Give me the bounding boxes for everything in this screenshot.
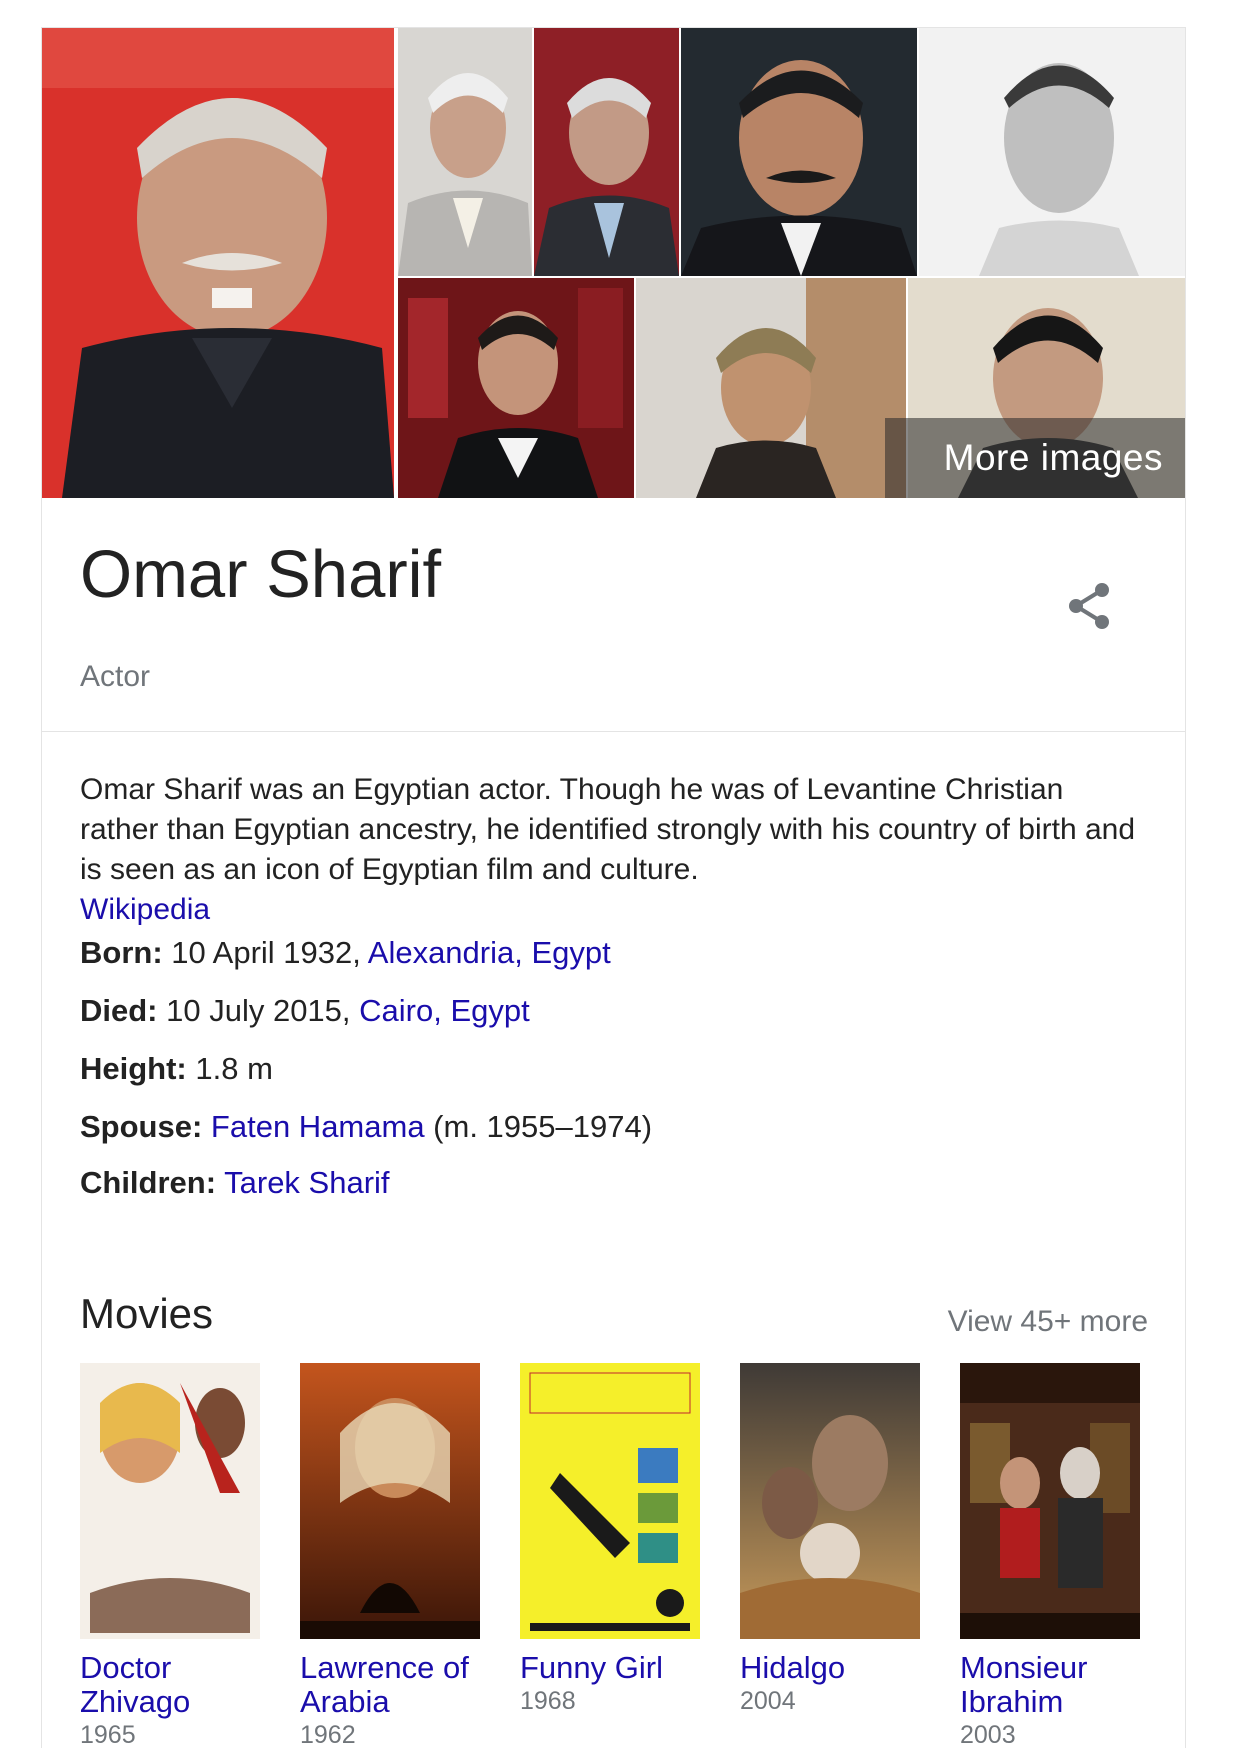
movie-card[interactable]: Doctor Zhivago 1965 — [80, 1363, 270, 1750]
fact-label: Died: — [80, 993, 158, 1028]
movie-poster[interactable] — [740, 1363, 920, 1639]
movie-year: 1968 — [520, 1687, 576, 1715]
photo-thumb-3[interactable] — [681, 28, 917, 276]
photo-thumb-4[interactable] — [919, 28, 1185, 276]
movie-poster[interactable] — [80, 1363, 260, 1639]
movie-card[interactable]: Funny Girl 1968 — [520, 1363, 710, 1716]
image-gallery: More images — [42, 28, 1185, 498]
wikipedia-link[interactable]: Wikipedia — [80, 893, 210, 926]
died-place-link[interactable]: Cairo, Egypt — [359, 993, 530, 1028]
movie-card[interactable]: Hidalgo 2004 — [740, 1363, 930, 1716]
movie-title[interactable]: Lawrence of Arabia — [300, 1651, 490, 1719]
movie-poster[interactable] — [960, 1363, 1140, 1639]
fact-label: Born: — [80, 935, 163, 970]
movie-title[interactable]: Hidalgo — [740, 1651, 930, 1685]
view-more-movies-link[interactable]: View 45+ more — [948, 1305, 1148, 1339]
fact-died: Died: 10 July 2015, Cairo, Egypt — [80, 993, 530, 1029]
born-place-link[interactable]: Alexandria, Egypt — [368, 935, 611, 970]
entity-subtitle: Actor — [80, 660, 151, 693]
photo-thumb-5[interactable] — [398, 278, 634, 498]
movies-heading: Movies — [80, 1290, 214, 1337]
children-link[interactable]: Tarek Sharif — [224, 1165, 389, 1200]
movie-poster[interactable] — [300, 1363, 480, 1639]
photo-thumb-2[interactable] — [534, 28, 679, 276]
movie-poster[interactable] — [520, 1363, 700, 1639]
photo-thumb-1[interactable] — [398, 28, 532, 276]
movie-card[interactable]: Monsieur Ibrahim 2003 — [960, 1363, 1150, 1750]
fact-value: (m. 1955–1974) — [424, 1109, 653, 1144]
movie-year: 1962 — [300, 1721, 356, 1749]
fact-value: 10 April 1932, — [162, 935, 368, 970]
movie-card[interactable]: Lawrence of Arabia 1962 — [300, 1363, 490, 1750]
movie-year: 1965 — [80, 1721, 136, 1749]
movie-title[interactable]: Doctor Zhivago — [80, 1651, 270, 1719]
fact-born: Born: 10 April 1932, Alexandria, Egypt — [80, 935, 611, 971]
more-images-button[interactable]: More images — [885, 418, 1185, 498]
fact-label: Children: — [80, 1165, 217, 1200]
photo-thumb-6[interactable] — [636, 278, 906, 498]
more-images-label: More images — [943, 437, 1163, 478]
movie-year: 2003 — [960, 1721, 1016, 1749]
movie-title[interactable]: Monsieur Ibrahim — [960, 1651, 1150, 1719]
movie-year: 2004 — [740, 1687, 796, 1715]
spouse-link[interactable]: Faten Hamama — [211, 1109, 425, 1144]
fact-label: Height: — [80, 1051, 187, 1086]
section-divider — [42, 731, 1185, 732]
share-button[interactable] — [1062, 578, 1118, 634]
knowledge-panel: More images Omar Sharif Actor Omar Shari… — [41, 27, 1186, 1750]
entity-title: Omar Sharif — [80, 537, 442, 612]
fact-height: Height: 1.8 m — [80, 1051, 273, 1087]
fact-value: 1.8 m — [186, 1051, 273, 1086]
main-photo[interactable] — [42, 28, 394, 498]
share-icon — [1069, 583, 1109, 629]
fact-label: Spouse: — [80, 1109, 203, 1144]
fact-value: 10 July 2015, — [157, 993, 360, 1028]
fact-spouse: Spouse: Faten Hamama (m. 1955–1974) — [80, 1109, 652, 1145]
movie-title[interactable]: Funny Girl — [520, 1651, 710, 1685]
description: Omar Sharif was an Egyptian actor. Thoug… — [80, 770, 1140, 930]
description-text: Omar Sharif was an Egyptian actor. Thoug… — [80, 773, 1136, 886]
fact-children: Children: Tarek Sharif — [80, 1165, 390, 1201]
